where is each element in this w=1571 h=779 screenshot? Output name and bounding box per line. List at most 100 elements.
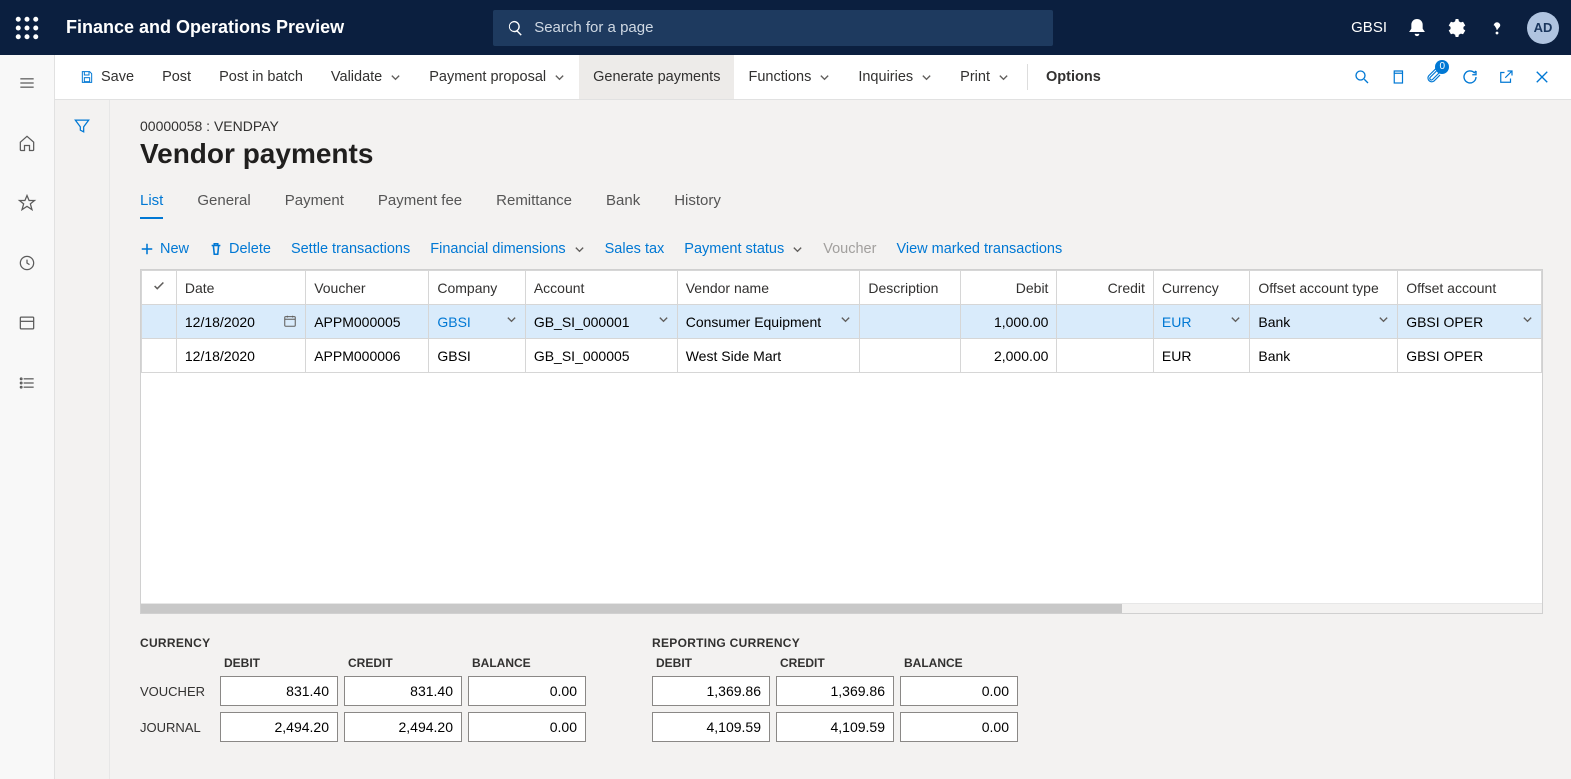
search-icon — [507, 19, 524, 37]
cell-vendor-name[interactable]: West Side Mart — [677, 339, 860, 373]
col-date[interactable]: Date — [176, 271, 305, 305]
functions-button[interactable]: Functions — [734, 55, 844, 99]
tab-general[interactable]: General — [197, 192, 250, 219]
waffle-icon[interactable] — [12, 13, 42, 43]
cell-offset-type[interactable]: Bank — [1250, 339, 1398, 373]
bell-icon[interactable] — [1407, 18, 1427, 38]
cell-credit[interactable] — [1057, 339, 1153, 373]
cell-voucher[interactable]: APPM000005 — [306, 305, 429, 339]
rep-journal-credit[interactable] — [776, 712, 894, 742]
col-debit[interactable]: Debit — [960, 271, 1056, 305]
cur-journal-credit[interactable] — [344, 712, 462, 742]
list-icon[interactable] — [7, 363, 47, 403]
table-row[interactable]: 12/18/2020APPM000005GBSIGB_SI_000001Cons… — [142, 305, 1542, 339]
company-chip[interactable]: GBSI — [1351, 19, 1387, 36]
star-icon[interactable] — [7, 183, 47, 223]
close-icon[interactable] — [1533, 68, 1551, 86]
cell-vendor-name[interactable]: Consumer Equipment — [677, 305, 860, 339]
cell-debit[interactable]: 2,000.00 — [960, 339, 1056, 373]
popout-icon[interactable] — [1497, 68, 1515, 86]
view-marked-button[interactable]: View marked transactions — [896, 241, 1062, 257]
fin-dim-button[interactable]: Financial dimensions — [430, 241, 584, 257]
cell-account[interactable]: GB_SI_000005 — [525, 339, 677, 373]
col-currency[interactable]: Currency — [1153, 271, 1249, 305]
inquiries-button[interactable]: Inquiries — [844, 55, 946, 99]
tab-history[interactable]: History — [674, 192, 721, 219]
rep-voucher-debit[interactable] — [652, 676, 770, 706]
new-button[interactable]: New — [140, 241, 189, 257]
rep-journal-debit[interactable] — [652, 712, 770, 742]
save-button[interactable]: Save — [65, 55, 148, 99]
search-box[interactable] — [493, 10, 1053, 46]
cell-currency[interactable]: EUR — [1153, 305, 1249, 339]
tab-payment-fee[interactable]: Payment fee — [378, 192, 462, 219]
settle-button[interactable]: Settle transactions — [291, 241, 410, 257]
cell-offset-type[interactable]: Bank — [1250, 305, 1398, 339]
col-offset-account[interactable]: Offset account — [1398, 271, 1542, 305]
rep-voucher-balance[interactable] — [900, 676, 1018, 706]
col-company[interactable]: Company — [429, 271, 525, 305]
page-title: Vendor payments — [140, 138, 1543, 170]
col-credit[interactable]: Credit — [1057, 271, 1153, 305]
attachments-icon[interactable]: 0 — [1425, 66, 1443, 89]
refresh-icon[interactable] — [1461, 68, 1479, 86]
search-input[interactable] — [534, 19, 1039, 36]
post-batch-button[interactable]: Post in batch — [205, 55, 317, 99]
cell-company[interactable]: GBSI — [429, 339, 525, 373]
cur-voucher-credit[interactable] — [344, 676, 462, 706]
cell-description[interactable] — [860, 305, 961, 339]
cell-company[interactable]: GBSI — [429, 305, 525, 339]
cell-account[interactable]: GB_SI_000001 — [525, 305, 677, 339]
col-account[interactable]: Account — [525, 271, 677, 305]
home-icon[interactable] — [7, 123, 47, 163]
cell-offset-account[interactable]: GBSI OPER — [1398, 305, 1542, 339]
cell-debit[interactable]: 1,000.00 — [960, 305, 1056, 339]
cur-voucher-balance[interactable] — [468, 676, 586, 706]
print-button[interactable]: Print — [946, 55, 1023, 99]
gear-icon[interactable] — [1447, 18, 1467, 38]
options-button[interactable]: Options — [1032, 55, 1115, 99]
row-selector[interactable] — [142, 339, 177, 373]
tab-list[interactable]: List — [140, 192, 163, 219]
cur-journal-balance[interactable] — [468, 712, 586, 742]
hamburger-icon[interactable] — [7, 63, 47, 103]
avatar[interactable]: AD — [1527, 12, 1559, 44]
delete-button[interactable]: Delete — [209, 241, 271, 257]
sales-tax-button[interactable]: Sales tax — [605, 241, 665, 257]
cur-journal-debit[interactable] — [220, 712, 338, 742]
payment-status-button[interactable]: Payment status — [684, 241, 803, 257]
generate-payments-button[interactable]: Generate payments — [579, 55, 734, 99]
post-button[interactable]: Post — [148, 55, 205, 99]
col-description[interactable]: Description — [860, 271, 961, 305]
cell-date[interactable]: 12/18/2020 — [176, 339, 305, 373]
tab-bank[interactable]: Bank — [606, 192, 640, 219]
cell-offset-account[interactable]: GBSI OPER — [1398, 339, 1542, 373]
payment-proposal-button[interactable]: Payment proposal — [415, 55, 579, 99]
totals: CURRENCY DEBIT CREDIT BALANCE VOUCHER JO… — [140, 636, 1543, 742]
cur-voucher-debit[interactable] — [220, 676, 338, 706]
help-icon[interactable] — [1487, 18, 1507, 38]
rep-voucher-credit[interactable] — [776, 676, 894, 706]
cell-description[interactable] — [860, 339, 961, 373]
validate-button[interactable]: Validate — [317, 55, 415, 99]
select-all[interactable] — [142, 271, 177, 305]
cell-date[interactable]: 12/18/2020 — [176, 305, 305, 339]
col-vendor-name[interactable]: Vendor name — [677, 271, 860, 305]
clock-icon[interactable] — [7, 243, 47, 283]
save-icon — [79, 69, 95, 85]
cell-credit[interactable] — [1057, 305, 1153, 339]
horizontal-scrollbar[interactable] — [141, 603, 1542, 613]
row-selector[interactable] — [142, 305, 177, 339]
tab-payment[interactable]: Payment — [285, 192, 344, 219]
ab-search-icon[interactable] — [1353, 68, 1371, 86]
copy-icon[interactable] — [1389, 68, 1407, 86]
cell-voucher[interactable]: APPM000006 — [306, 339, 429, 373]
rep-journal-balance[interactable] — [900, 712, 1018, 742]
funnel-icon[interactable] — [72, 116, 92, 136]
tab-remittance[interactable]: Remittance — [496, 192, 572, 219]
cell-currency[interactable]: EUR — [1153, 339, 1249, 373]
table-row[interactable]: 12/18/2020APPM000006GBSIGB_SI_000005West… — [142, 339, 1542, 373]
module-icon[interactable] — [7, 303, 47, 343]
col-voucher[interactable]: Voucher — [306, 271, 429, 305]
col-offset-type[interactable]: Offset account type — [1250, 271, 1398, 305]
